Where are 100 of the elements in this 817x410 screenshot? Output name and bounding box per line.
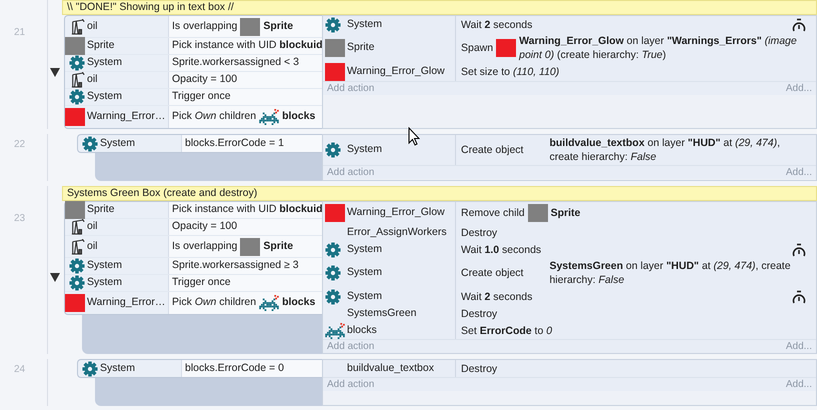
condition-text: blocks.ErrorCode = 1 xyxy=(185,136,284,151)
action-cell[interactable]: Wait 2 seconds xyxy=(456,288,816,305)
object-name: Warning_Error_Glow xyxy=(347,64,445,80)
condition-text: Opacity = 100 xyxy=(172,219,238,234)
object-name: System xyxy=(347,288,382,304)
pumpjack-icon xyxy=(71,219,85,235)
condition-cell[interactable]: Sprite.workersassigned ≥ 3 xyxy=(169,258,322,274)
condition-cell[interactable]: Trigger once xyxy=(169,89,322,105)
collapse-arrow-icon[interactable] xyxy=(50,68,60,76)
action-text-parameter: SystemsGreen on layer "HUD" at (29, 474), create hierarchy: False xyxy=(549,259,792,287)
object-name: System xyxy=(100,136,136,151)
action-text: Wait 1.0 seconds xyxy=(461,242,542,256)
condition-text: Is overlapping xyxy=(172,18,238,34)
thumbnail-icon xyxy=(240,18,260,36)
action-text: Set ErrorCode to 0 xyxy=(461,324,552,338)
thumbnail-icon xyxy=(65,37,85,55)
condition-cell[interactable]: Sprite.workersassigned < 3 xyxy=(169,55,322,71)
object-name: System xyxy=(347,242,382,257)
object-name: Sprite xyxy=(87,38,114,54)
action-cell[interactable]: Remove child Sprite xyxy=(456,202,816,224)
thumbnail-icon xyxy=(325,39,345,57)
collapse-arrow-icon[interactable] xyxy=(50,273,60,282)
condition-cell[interactable]: Is overlapping Sprite xyxy=(169,16,322,37)
condition-text: Is overlapping xyxy=(172,238,238,254)
action-cell[interactable]: Destroy xyxy=(456,224,816,241)
condition-text: Pick Own children xyxy=(172,109,256,124)
thumbnail-icon xyxy=(65,108,85,126)
pumpjack-icon xyxy=(71,238,85,254)
object-name: System xyxy=(347,265,382,280)
gear-icon xyxy=(325,265,341,281)
object-name: Sprite xyxy=(347,40,374,56)
object-name: Warning_Error_Glow xyxy=(347,205,445,220)
object-name: oil xyxy=(87,219,98,234)
gear-icon xyxy=(325,288,341,304)
object-name: oil xyxy=(87,72,98,88)
condition-cell[interactable]: Opacity = 100 xyxy=(169,219,322,235)
object-name: System xyxy=(87,275,122,290)
action-text: Destroy xyxy=(461,306,498,320)
line-number: 24 xyxy=(14,364,26,375)
object-name: System xyxy=(347,16,382,32)
action-cell[interactable]: Wait 1.0 seconds xyxy=(456,241,816,258)
condition-text: Opacity = 100 xyxy=(172,72,238,88)
condition-text: Pick Own children xyxy=(172,295,256,310)
action-text: Wait 2 seconds xyxy=(461,290,532,304)
condition-cell[interactable]: Pick Own children blocks xyxy=(169,106,322,128)
thumbnail-icon xyxy=(65,201,85,219)
thumbnail-icon xyxy=(496,39,516,57)
action-text: Destroy xyxy=(461,226,498,240)
gear-icon xyxy=(325,142,341,158)
gear-icon xyxy=(325,242,341,258)
action-cell[interactable]: Create object buildvalue_textbox on layer "HUD" at (29, 474), create hierarchy: False xyxy=(456,135,816,165)
object-name: Warning_Error… xyxy=(87,295,166,310)
action-cell[interactable]: Spawn Warning_Error_Glow on layer "Warnings_Errors" (image point 0) (create hierarchy: True) xyxy=(456,33,816,63)
condition-text-parameter: Sprite xyxy=(263,238,294,254)
pumpjack-icon xyxy=(71,18,85,34)
event-comment[interactable]: \\ "DONE!" Showing up in text box // xyxy=(62,0,817,15)
action-text: Spawn xyxy=(461,41,494,55)
thumbnail-icon xyxy=(240,238,260,256)
event-comment[interactable]: Systems Green Box (create and destroy) xyxy=(62,186,817,201)
condition-text-parameter: blocks xyxy=(282,295,316,310)
condition-text: blocks.ErrorCode = 0 xyxy=(185,360,284,376)
condition-text: Sprite.workersassigned ≥ 3 xyxy=(172,258,299,274)
action-text: Create object xyxy=(461,143,524,157)
thumbnail-icon xyxy=(325,63,345,81)
thumbnail-icon xyxy=(325,204,345,222)
action-text: Set size to (110, 110) xyxy=(461,65,560,79)
action-cell[interactable]: Set size to (110, 110) xyxy=(456,63,816,81)
condition-text-parameter: Sprite xyxy=(263,18,294,34)
object-name: buildvalue_textbox xyxy=(347,360,434,376)
condition-cell[interactable]: Pick Own children blocks xyxy=(169,292,322,314)
action-cell[interactable]: Set ErrorCode to 0 xyxy=(456,322,816,339)
object-name: System xyxy=(100,360,136,376)
invader-icon xyxy=(259,295,280,311)
object-name: System xyxy=(87,89,122,104)
condition-cell[interactable]: Opacity = 100 xyxy=(169,72,322,88)
action-cell[interactable]: Wait 2 seconds xyxy=(456,16,816,33)
object-name: oil xyxy=(87,238,98,254)
condition-cell[interactable]: Trigger once xyxy=(169,275,322,291)
action-text: Remove child xyxy=(461,206,525,220)
invader-icon xyxy=(325,322,345,338)
action-text: Create object xyxy=(461,266,524,280)
action-cell[interactable]: Destroy xyxy=(456,360,816,377)
line-number: 23 xyxy=(14,213,26,224)
action-text-parameter: Warning_Error_Glow on layer "Warnings_Errors" (image point 0) (create hierarchy: True) xyxy=(519,34,798,62)
action-text: Wait 2 seconds xyxy=(461,18,532,32)
action-cell[interactable]: Destroy xyxy=(456,305,816,322)
condition-cell[interactable]: blocks.ErrorCode = 0 xyxy=(182,360,322,377)
condition-cell[interactable]: blocks.ErrorCode = 1 xyxy=(182,135,322,152)
object-name: System xyxy=(87,55,122,70)
condition-text-parameter: blocks xyxy=(282,109,316,124)
object-name: System xyxy=(87,258,122,274)
object-name: Warning_Error… xyxy=(87,109,166,124)
object-name: oil xyxy=(87,18,98,34)
line-number: 22 xyxy=(14,139,26,150)
object-name: Error_AssignWorkers xyxy=(347,224,447,240)
cursor-icon xyxy=(408,127,420,146)
condition-cell[interactable]: Is overlapping Sprite xyxy=(169,236,322,257)
condition-text: Sprite.workersassigned < 3 xyxy=(172,55,299,70)
object-name: blocks xyxy=(347,322,377,338)
object-name: Sprite xyxy=(87,202,114,218)
